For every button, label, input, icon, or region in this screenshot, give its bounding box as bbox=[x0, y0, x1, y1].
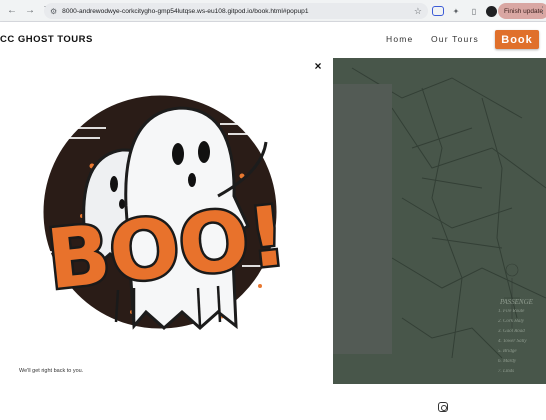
nav-home-link[interactable]: Home bbox=[386, 34, 413, 44]
book-button[interactable]: Book bbox=[495, 30, 539, 49]
profile-avatar[interactable] bbox=[486, 5, 497, 17]
bookmark-star-icon[interactable]: ☆ bbox=[414, 6, 422, 17]
site-header: CC GHOST TOURS Home Our Tours Book bbox=[0, 22, 546, 58]
map-legend-item: 7. Linds bbox=[498, 369, 515, 374]
nav-tours-link[interactable]: Our Tours bbox=[431, 34, 479, 44]
map-legend-title: PASSENGE bbox=[500, 298, 533, 306]
map-legend-item: 6. Mardy bbox=[498, 359, 517, 364]
site-info-icon[interactable]: ⚙ bbox=[50, 7, 57, 16]
brand-logo-text[interactable]: CC GHOST TOURS bbox=[0, 34, 93, 45]
instagram-icon[interactable] bbox=[438, 402, 448, 412]
map-legend-item: 3. Gaol Road bbox=[498, 329, 525, 334]
popup-message: We'll get right back to you. bbox=[19, 368, 84, 374]
puzzle-icon[interactable]: ✦ bbox=[450, 5, 462, 17]
map-legend-item: 4. Tower Sally bbox=[498, 339, 527, 344]
close-icon[interactable]: × bbox=[312, 60, 324, 72]
map-legend-item: 2. Cork Haly bbox=[498, 319, 524, 324]
url-text[interactable]: 8000-andrewodwye-corkcitygho-gmp54lutqse… bbox=[62, 8, 410, 15]
extension-icon[interactable] bbox=[432, 6, 444, 16]
forward-icon[interactable]: → bbox=[22, 3, 38, 19]
back-icon[interactable]: ← bbox=[4, 3, 20, 19]
booking-form-card bbox=[332, 84, 392, 354]
boo-ghost-image: BOO! bbox=[22, 76, 312, 358]
more-menu-icon[interactable]: ⋮ bbox=[538, 5, 546, 16]
map-legend-item: 1. Fire Route bbox=[498, 309, 525, 314]
address-bar[interactable]: ⚙ 8000-andrewodwye-corkcitygho-gmp54lutq… bbox=[44, 3, 428, 19]
browser-toolbar: ← → ↻ ⚙ 8000-andrewodwye-corkcitygho-gmp… bbox=[0, 0, 546, 22]
map-legend-item: 5. Bridge bbox=[498, 349, 517, 354]
extension-icons: ✦ ▯ bbox=[432, 3, 497, 19]
sidebar-icon[interactable]: ▯ bbox=[468, 5, 480, 17]
